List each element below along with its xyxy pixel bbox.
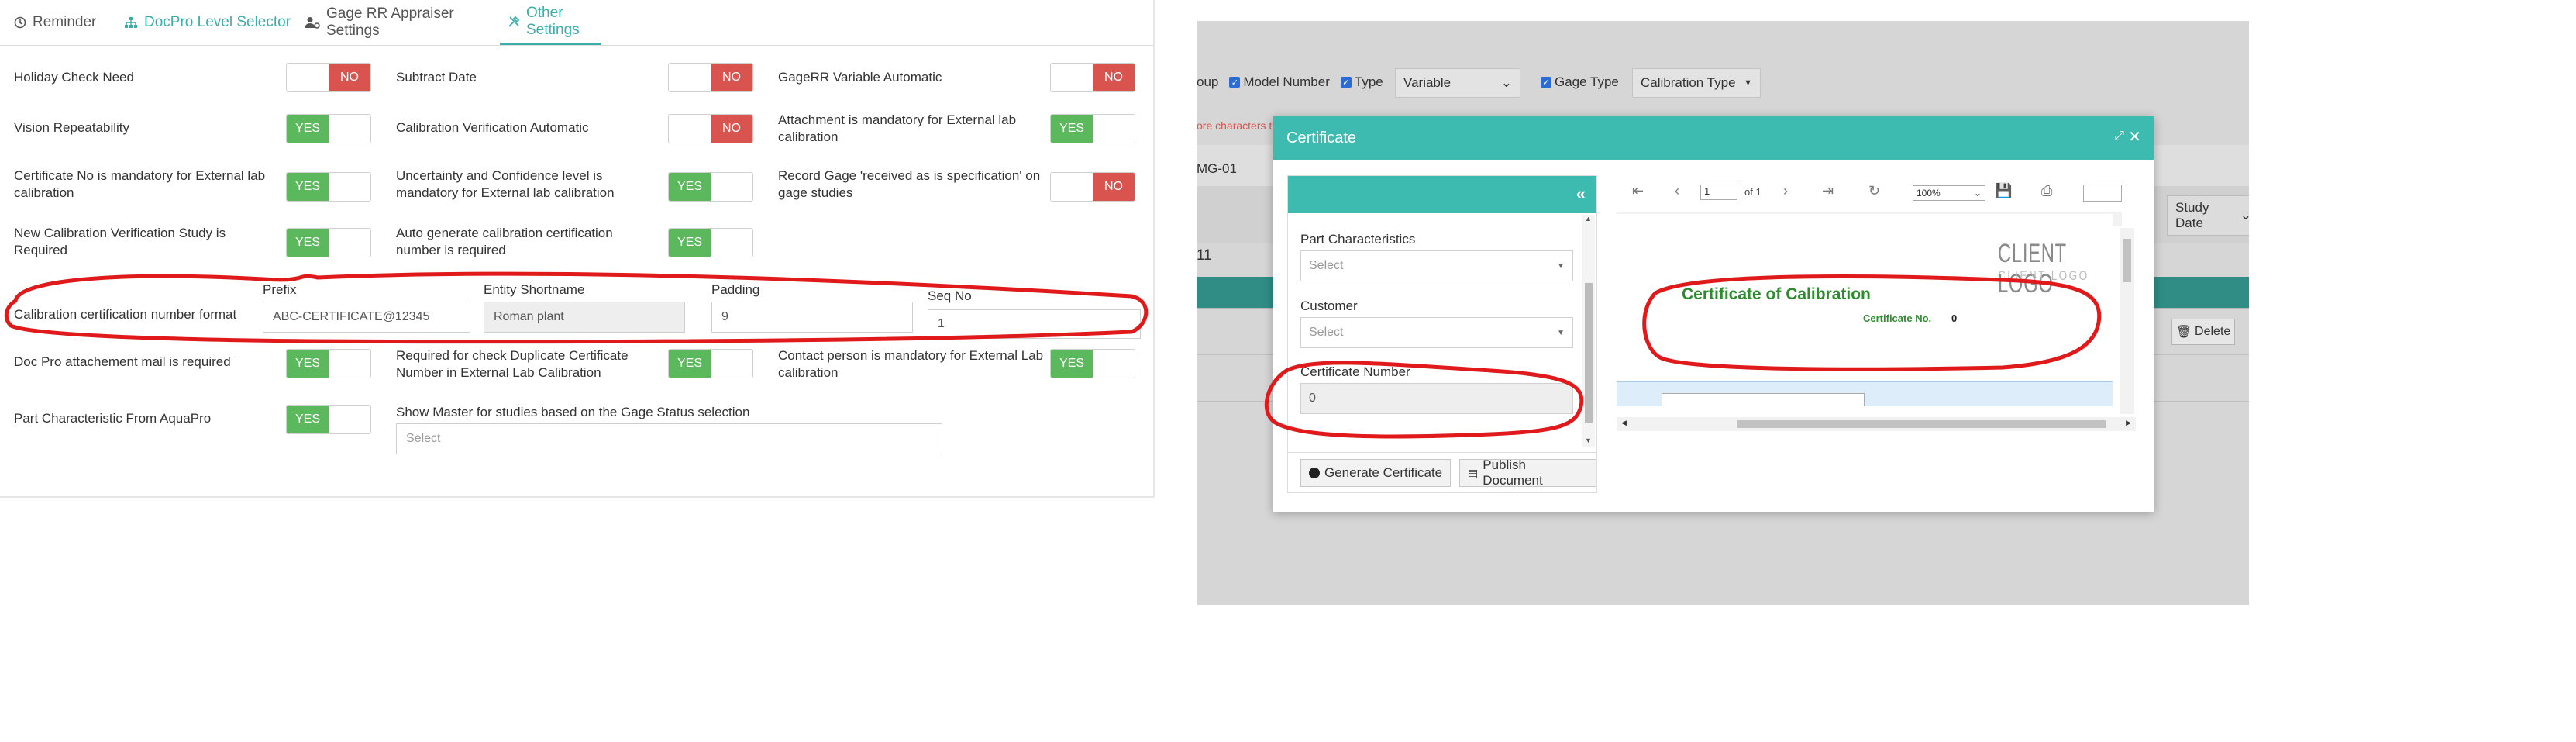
other-settings-panel: Reminder DocPro Level Selector Gage RR A… (0, 0, 1155, 498)
annotation-ellipse-left (4, 271, 1149, 344)
annotation-ellipses-right (1264, 274, 2102, 439)
